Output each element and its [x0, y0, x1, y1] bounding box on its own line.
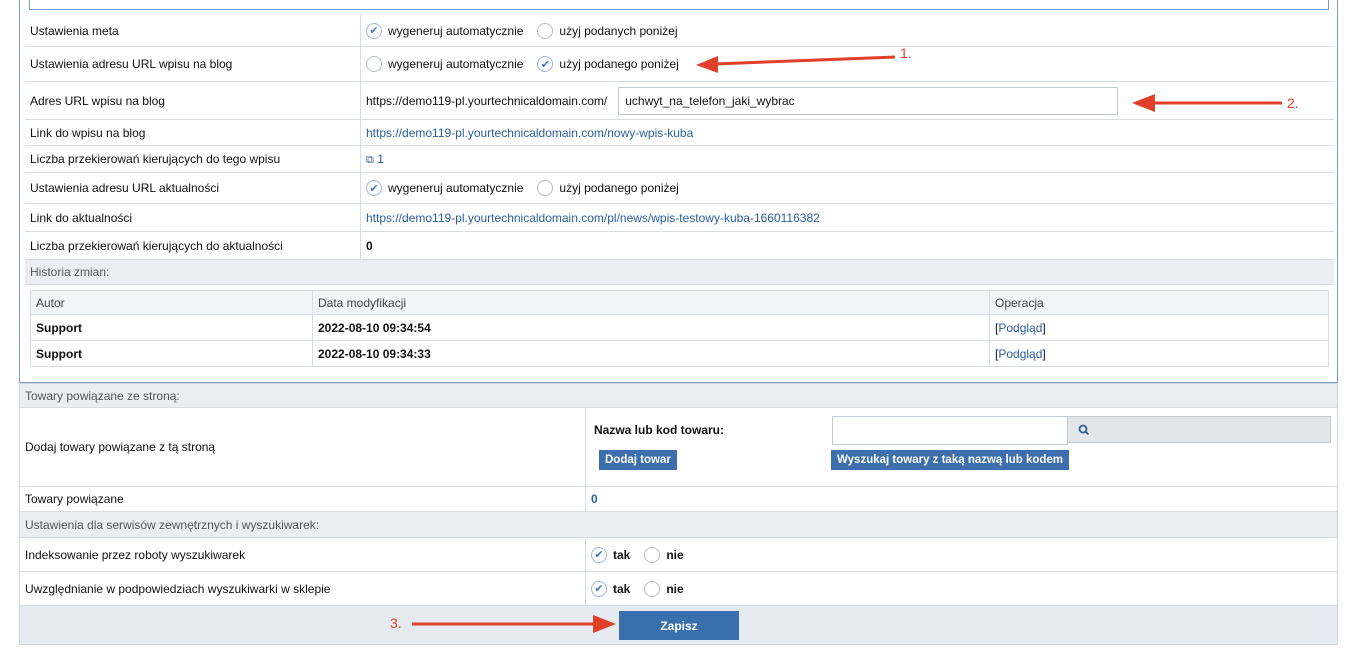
- annotation-arrow-1: [696, 55, 896, 73]
- annotation-1: 1.: [900, 45, 912, 61]
- annotation-3: 3.: [390, 615, 402, 631]
- annotation-2: 2.: [1287, 95, 1299, 111]
- annotation-arrow-2: [1132, 94, 1282, 112]
- annotation-arrows: [412, 55, 1282, 633]
- annotation-arrow-3: [412, 615, 616, 633]
